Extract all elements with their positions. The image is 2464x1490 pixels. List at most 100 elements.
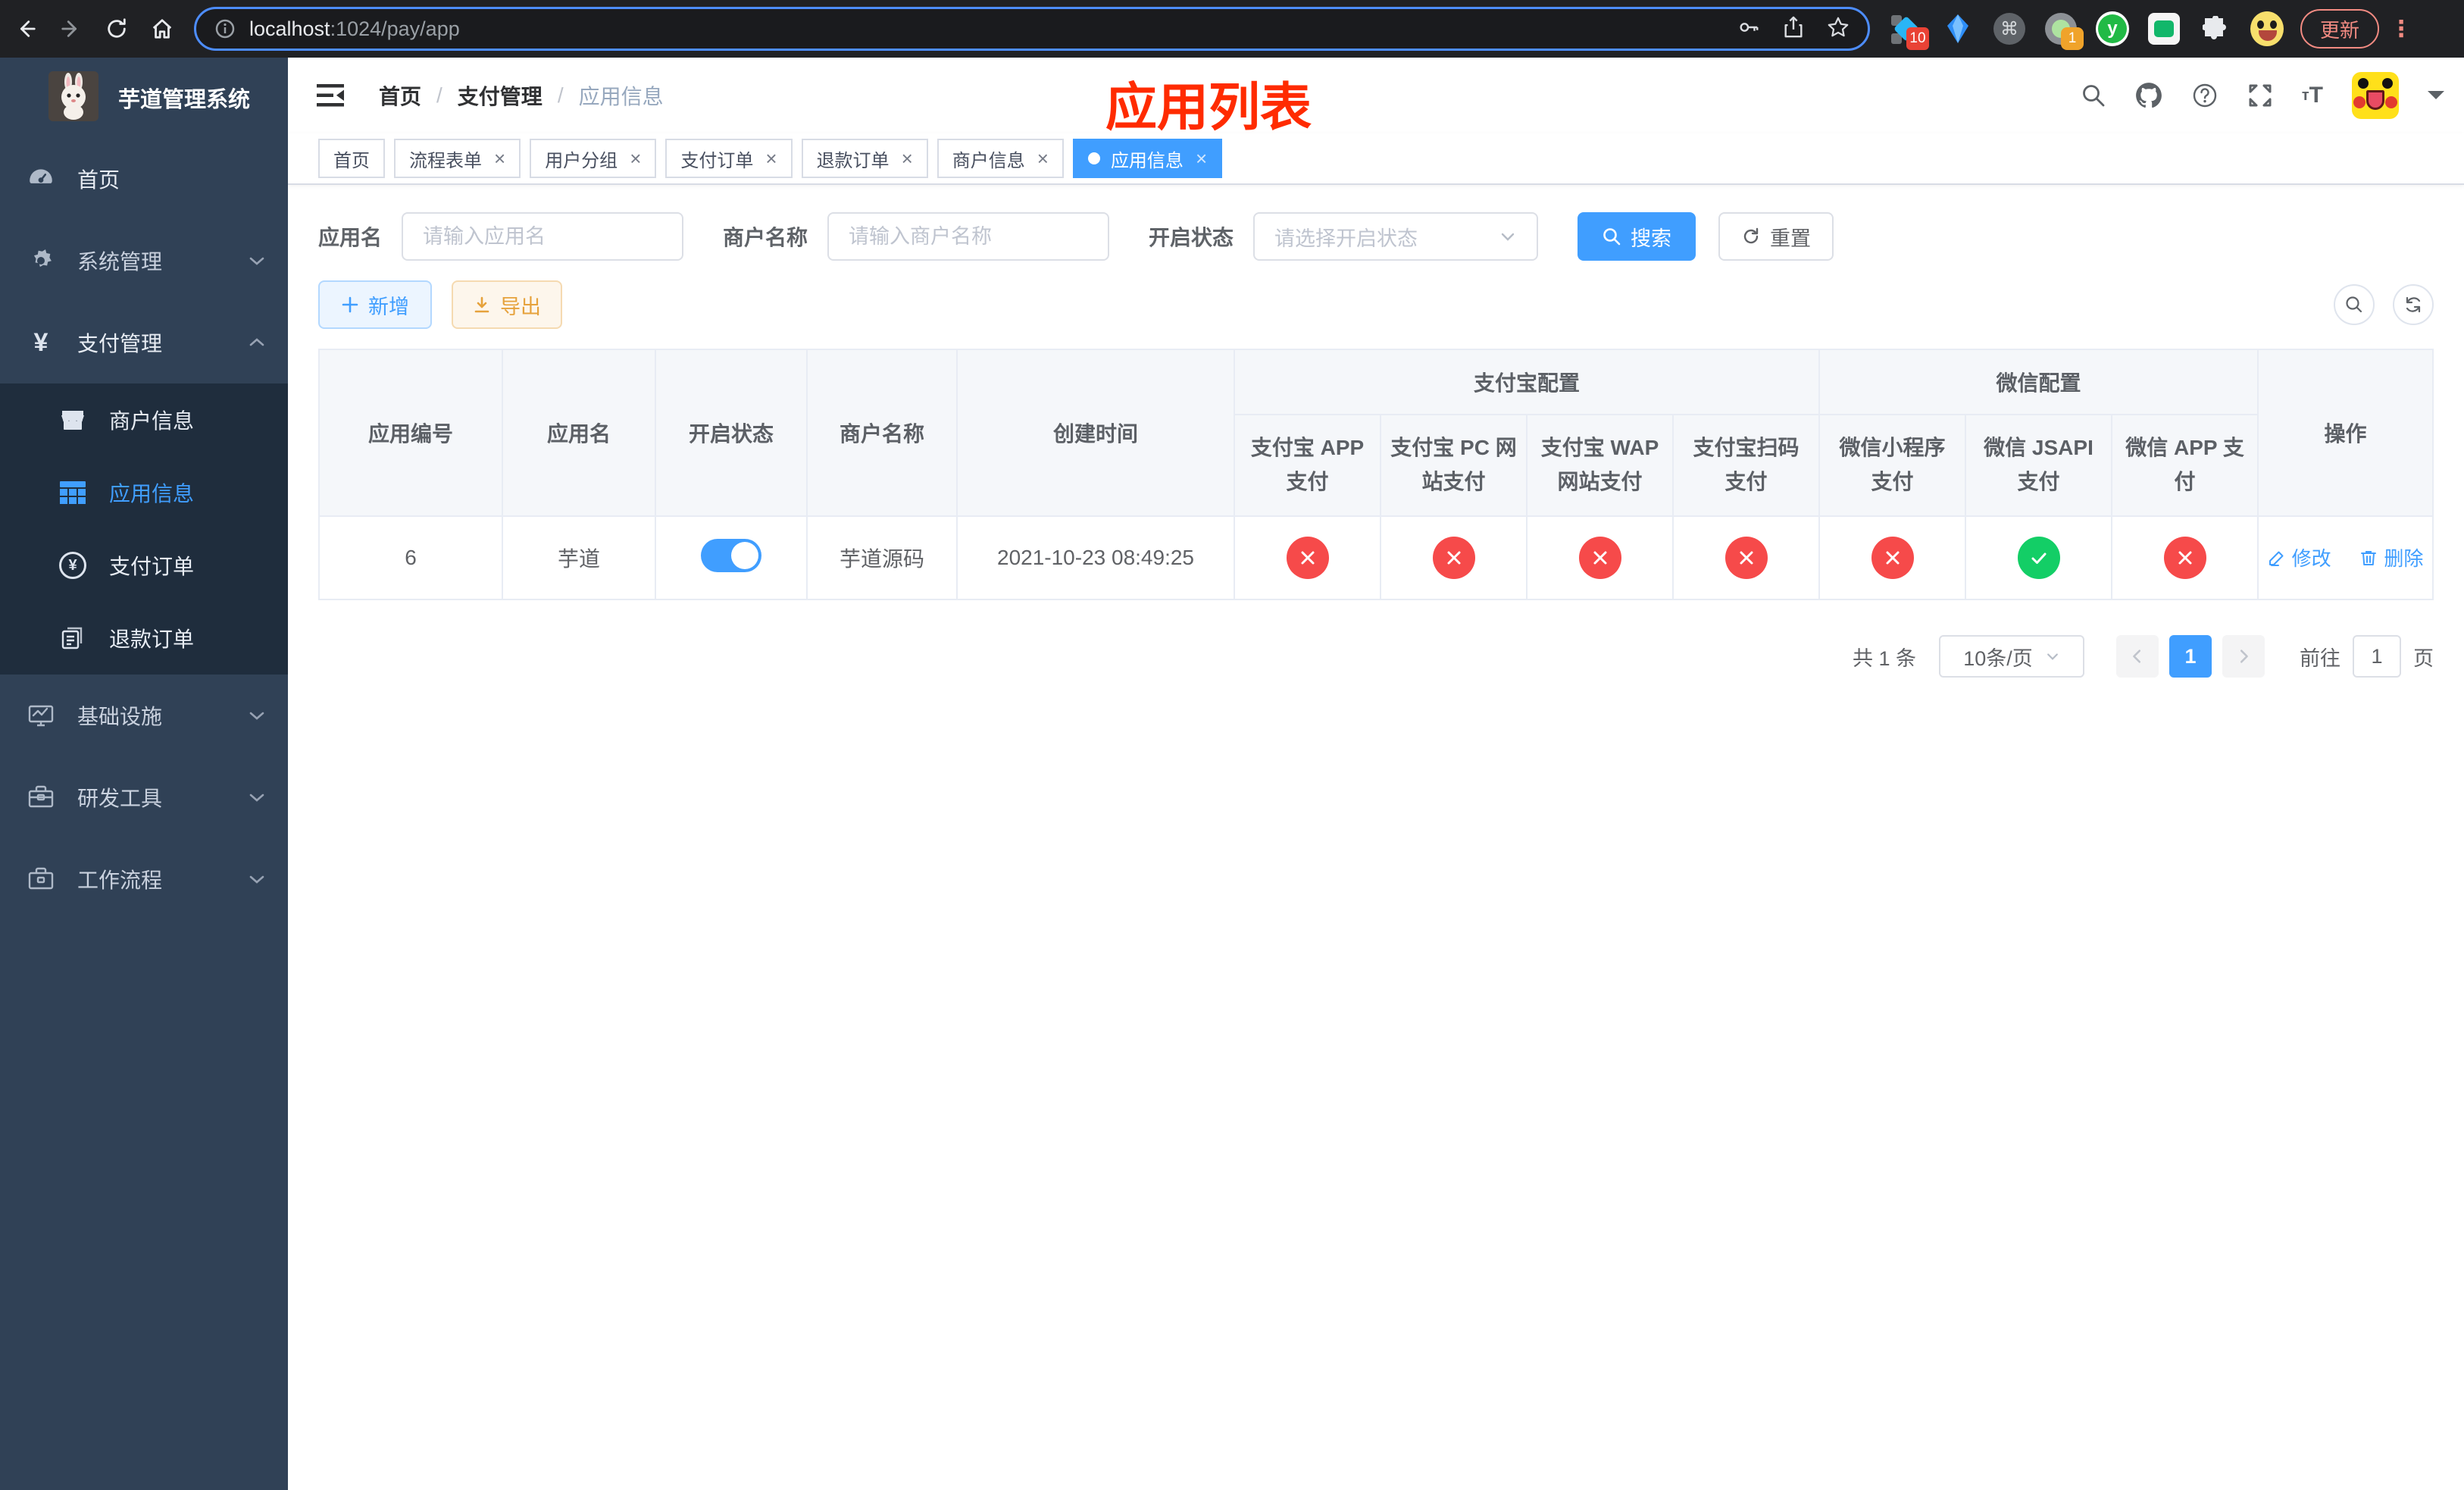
col-header-wechat-app: 微信 APP 支付 bbox=[2111, 414, 2259, 517]
app-name-input[interactable] bbox=[402, 212, 684, 261]
dashboard-icon bbox=[24, 164, 58, 193]
close-icon[interactable] bbox=[765, 149, 777, 168]
fullscreen-icon[interactable] bbox=[2247, 83, 2273, 108]
monitor-icon bbox=[24, 702, 58, 729]
reset-button[interactable]: 重置 bbox=[1718, 212, 1834, 261]
breadcrumb-payment[interactable]: 支付管理 bbox=[458, 80, 543, 111]
page-content: 应用名 商户名称 开启状态 请选择开启状态 搜索 重置 bbox=[288, 185, 2464, 678]
password-key-icon[interactable] bbox=[1737, 16, 1760, 42]
sidebar-item-refund-orders[interactable]: 退款订单 bbox=[0, 602, 288, 675]
tab-user-group[interactable]: 用户分组 bbox=[530, 139, 657, 178]
sidebar-item-system[interactable]: 系统管理 bbox=[0, 220, 288, 302]
table-grid-icon bbox=[56, 480, 89, 506]
extension-command-icon[interactable]: ⌘ bbox=[1993, 12, 2026, 45]
yen-circle-icon: ¥ bbox=[56, 552, 89, 579]
col-header-actions: 操作 bbox=[2257, 349, 2434, 517]
url-path: :1024/pay/app bbox=[330, 17, 460, 40]
browser-reload-icon[interactable] bbox=[97, 9, 136, 49]
chevron-down-icon bbox=[247, 706, 267, 725]
export-button[interactable]: 导出 bbox=[452, 280, 562, 329]
merchant-name-input[interactable] bbox=[827, 212, 1110, 261]
close-icon[interactable] bbox=[902, 149, 913, 168]
github-icon[interactable] bbox=[2135, 82, 2162, 109]
next-page-button[interactable] bbox=[2222, 635, 2265, 678]
page-size-select[interactable]: 10条/页 bbox=[1939, 635, 2084, 678]
disabled-icon bbox=[1724, 537, 1768, 579]
goto-page-input[interactable] bbox=[2353, 635, 2401, 678]
edit-link[interactable]: 修改 bbox=[2268, 543, 2331, 571]
tab-home[interactable]: 首页 bbox=[318, 139, 385, 178]
font-size-icon[interactable]: тT bbox=[2302, 83, 2323, 108]
sidebar-item-home[interactable]: 首页 bbox=[0, 138, 288, 220]
avatar-caret-icon[interactable] bbox=[2428, 91, 2444, 108]
status-toggle[interactable] bbox=[701, 538, 761, 572]
browser-menu-icon[interactable]: ⋮ bbox=[2390, 16, 2412, 42]
col-header-alipay-pc: 支付宝 PC 网站支付 bbox=[1380, 414, 1527, 517]
extension-circle-icon[interactable]: 1 bbox=[2044, 12, 2084, 50]
profile-emoji-icon[interactable] bbox=[2250, 11, 2284, 46]
bookmark-star-icon[interactable] bbox=[1827, 16, 1850, 42]
cell-app-id: 6 bbox=[318, 515, 503, 600]
sidebar-item-infrastructure[interactable]: 基础设施 bbox=[0, 675, 288, 756]
prev-page-button[interactable] bbox=[2116, 635, 2159, 678]
disabled-icon bbox=[1578, 537, 1621, 579]
tab-process-form[interactable]: 流程表单 bbox=[394, 139, 521, 178]
extensions-puzzle-icon[interactable] bbox=[2199, 12, 2232, 45]
cell-alipay-wap bbox=[1526, 515, 1674, 600]
browser-forward-icon[interactable] bbox=[52, 9, 91, 49]
close-icon[interactable] bbox=[1196, 149, 1207, 168]
pagination-total: 共 1 条 bbox=[1852, 646, 1916, 670]
browser-back-icon[interactable] bbox=[6, 9, 45, 49]
tab-refund-orders[interactable]: 退款订单 bbox=[801, 139, 928, 178]
page-number-button[interactable]: 1 bbox=[2169, 635, 2212, 678]
breadcrumb-home[interactable]: 首页 bbox=[379, 80, 421, 111]
search-button[interactable]: 搜索 bbox=[1578, 212, 1696, 261]
col-header-app-name: 应用名 bbox=[502, 349, 656, 517]
status-select[interactable]: 请选择开启状态 bbox=[1253, 212, 1539, 261]
sidebar-item-app-info[interactable]: 应用信息 bbox=[0, 456, 288, 529]
sidebar-item-dev-tools[interactable]: 研发工具 bbox=[0, 756, 288, 838]
col-header-app-id: 应用编号 bbox=[318, 349, 503, 517]
tab-pay-orders[interactable]: 支付订单 bbox=[665, 139, 793, 178]
header-search-icon[interactable] bbox=[2081, 83, 2106, 108]
sidebar-item-pay-orders[interactable]: ¥ 支付订单 bbox=[0, 529, 288, 602]
chrome-update-button[interactable]: 更新 bbox=[2300, 9, 2380, 49]
close-icon[interactable] bbox=[630, 149, 641, 168]
add-button[interactable]: 新增 bbox=[318, 280, 432, 329]
cell-actions: 修改 删除 bbox=[2257, 515, 2434, 600]
url-host: localhost bbox=[249, 17, 330, 40]
extension-y-icon[interactable]: y bbox=[2096, 11, 2129, 46]
user-avatar[interactable] bbox=[2352, 72, 2399, 119]
app-logo-row[interactable]: 芋道管理系统 bbox=[0, 58, 288, 138]
sidebar-item-merchant-info[interactable]: 商户信息 bbox=[0, 383, 288, 456]
disabled-icon bbox=[1871, 537, 1914, 579]
extension-gem-icon[interactable] bbox=[1941, 12, 1975, 45]
status-label: 开启状态 bbox=[1149, 226, 1234, 249]
close-icon[interactable] bbox=[1037, 149, 1049, 168]
delete-link[interactable]: 删除 bbox=[2359, 543, 2423, 571]
sidebar-fold-icon[interactable] bbox=[315, 83, 346, 108]
sidebar-item-payment[interactable]: ¥ 支付管理 bbox=[0, 302, 288, 383]
tab-app-info[interactable]: 应用信息 bbox=[1072, 139, 1223, 178]
browser-home-icon[interactable] bbox=[142, 9, 182, 49]
goto-unit: 页 bbox=[2413, 646, 2434, 670]
sidebar: 芋道管理系统 首页 系统管理 ¥ 支付管理 商户信息 应用信息 ¥ 支付订单 退… bbox=[0, 58, 288, 1490]
sidebar-item-workflow[interactable]: 工作流程 bbox=[0, 838, 288, 920]
extension-diamond-icon[interactable]: 10 bbox=[1890, 12, 1929, 50]
extension-chat-icon[interactable] bbox=[2147, 12, 2181, 45]
chevron-up-icon bbox=[247, 333, 267, 352]
share-icon[interactable] bbox=[1783, 16, 1804, 42]
cell-wechat-jsapi bbox=[1965, 515, 2113, 600]
extension-badge-10: 10 bbox=[1906, 27, 1929, 50]
cell-created: 2021-10-23 08:49:25 bbox=[956, 515, 1235, 600]
refresh-button[interactable] bbox=[2393, 284, 2434, 325]
col-header-wechat-mini: 微信小程序支付 bbox=[1818, 414, 1967, 517]
show-search-toggle-button[interactable] bbox=[2334, 284, 2375, 325]
app-logo bbox=[48, 70, 98, 125]
address-bar[interactable]: localhost:1024/pay/app bbox=[194, 7, 1870, 51]
document-icon bbox=[56, 625, 89, 651]
tab-merchant-info[interactable]: 商户信息 bbox=[937, 139, 1064, 178]
close-icon[interactable] bbox=[494, 149, 505, 168]
help-icon[interactable] bbox=[2191, 82, 2219, 109]
site-info-icon[interactable] bbox=[214, 18, 236, 39]
